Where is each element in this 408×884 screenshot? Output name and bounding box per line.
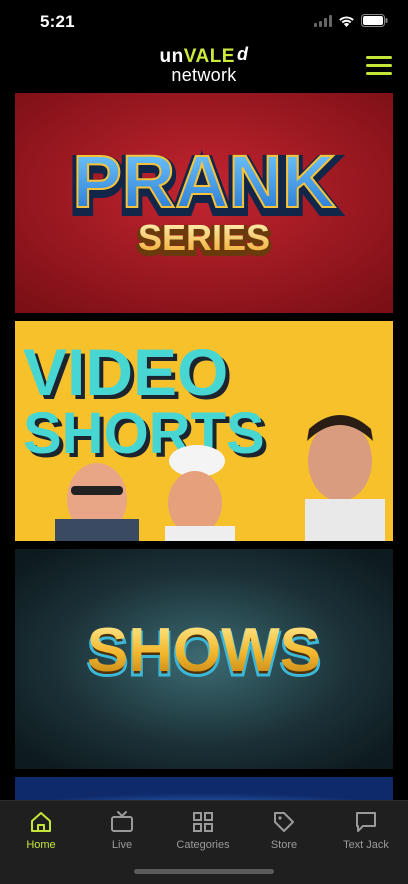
shows-banner: SHOWS SHOWS: [15, 549, 393, 769]
tab-text-jack[interactable]: Text Jack: [326, 809, 406, 851]
tile-title-line1: PRANK: [72, 140, 335, 223]
tab-label-home: Home: [26, 839, 56, 851]
home-icon: [31, 812, 51, 832]
battery-icon: [361, 14, 388, 27]
menu-line: [366, 72, 392, 75]
tile-title-line1: SHOWS: [87, 616, 321, 685]
logo-line2: network: [171, 65, 237, 85]
tile-shows[interactable]: SHOWS SHOWS: [15, 549, 393, 769]
tab-live[interactable]: Live: [82, 809, 162, 851]
tag-icon: [274, 812, 294, 832]
status-icons: [314, 14, 388, 27]
home-feed[interactable]: PRANK PRANK SERIES SERIES VIDEO VIDEO SH…: [0, 90, 408, 800]
partial-banner: [15, 777, 393, 800]
status-bar: 5:21: [0, 0, 408, 44]
logo-prefix: un: [159, 46, 184, 67]
app-header: unVALE d network: [0, 44, 408, 90]
tile-title-line2: SERIES: [138, 217, 270, 258]
tab-home[interactable]: Home: [1, 809, 81, 851]
tab-categories[interactable]: Categories: [163, 809, 243, 851]
menu-line: [366, 56, 392, 59]
cellular-signal-icon: [314, 14, 332, 27]
menu-line: [366, 64, 392, 67]
prank-series-banner: PRANK PRANK SERIES SERIES: [15, 93, 393, 313]
wifi-icon: [339, 15, 354, 27]
tab-label-categories: Categories: [176, 839, 230, 851]
status-time: 5:21: [40, 12, 75, 31]
tab-label-store: Store: [270, 839, 298, 851]
tile-title-line2: SHORTS: [23, 401, 265, 466]
logo-highlight: VALE: [183, 46, 235, 67]
grid-icon: [193, 812, 213, 832]
tab-store[interactable]: Store: [244, 809, 324, 851]
tile-prank-series[interactable]: PRANK PRANK SERIES SERIES: [15, 93, 393, 313]
tab-label-live: Live: [111, 839, 133, 851]
chat-icon: [356, 812, 376, 832]
tv-icon: [111, 811, 133, 832]
logo-suffix: d: [236, 44, 249, 64]
tile-partial[interactable]: [15, 777, 393, 800]
video-shorts-banner: VIDEO VIDEO SHORTS SHORTS: [15, 321, 393, 541]
app-logo[interactable]: unVALE d network: [0, 44, 408, 85]
home-indicator[interactable]: [134, 869, 274, 874]
hamburger-menu-button[interactable]: [366, 56, 392, 76]
tile-video-shorts[interactable]: VIDEO VIDEO SHORTS SHORTS: [15, 321, 393, 541]
tab-label-text-jack: Text Jack: [343, 839, 389, 851]
tile-title-line1: VIDEO: [23, 335, 228, 409]
